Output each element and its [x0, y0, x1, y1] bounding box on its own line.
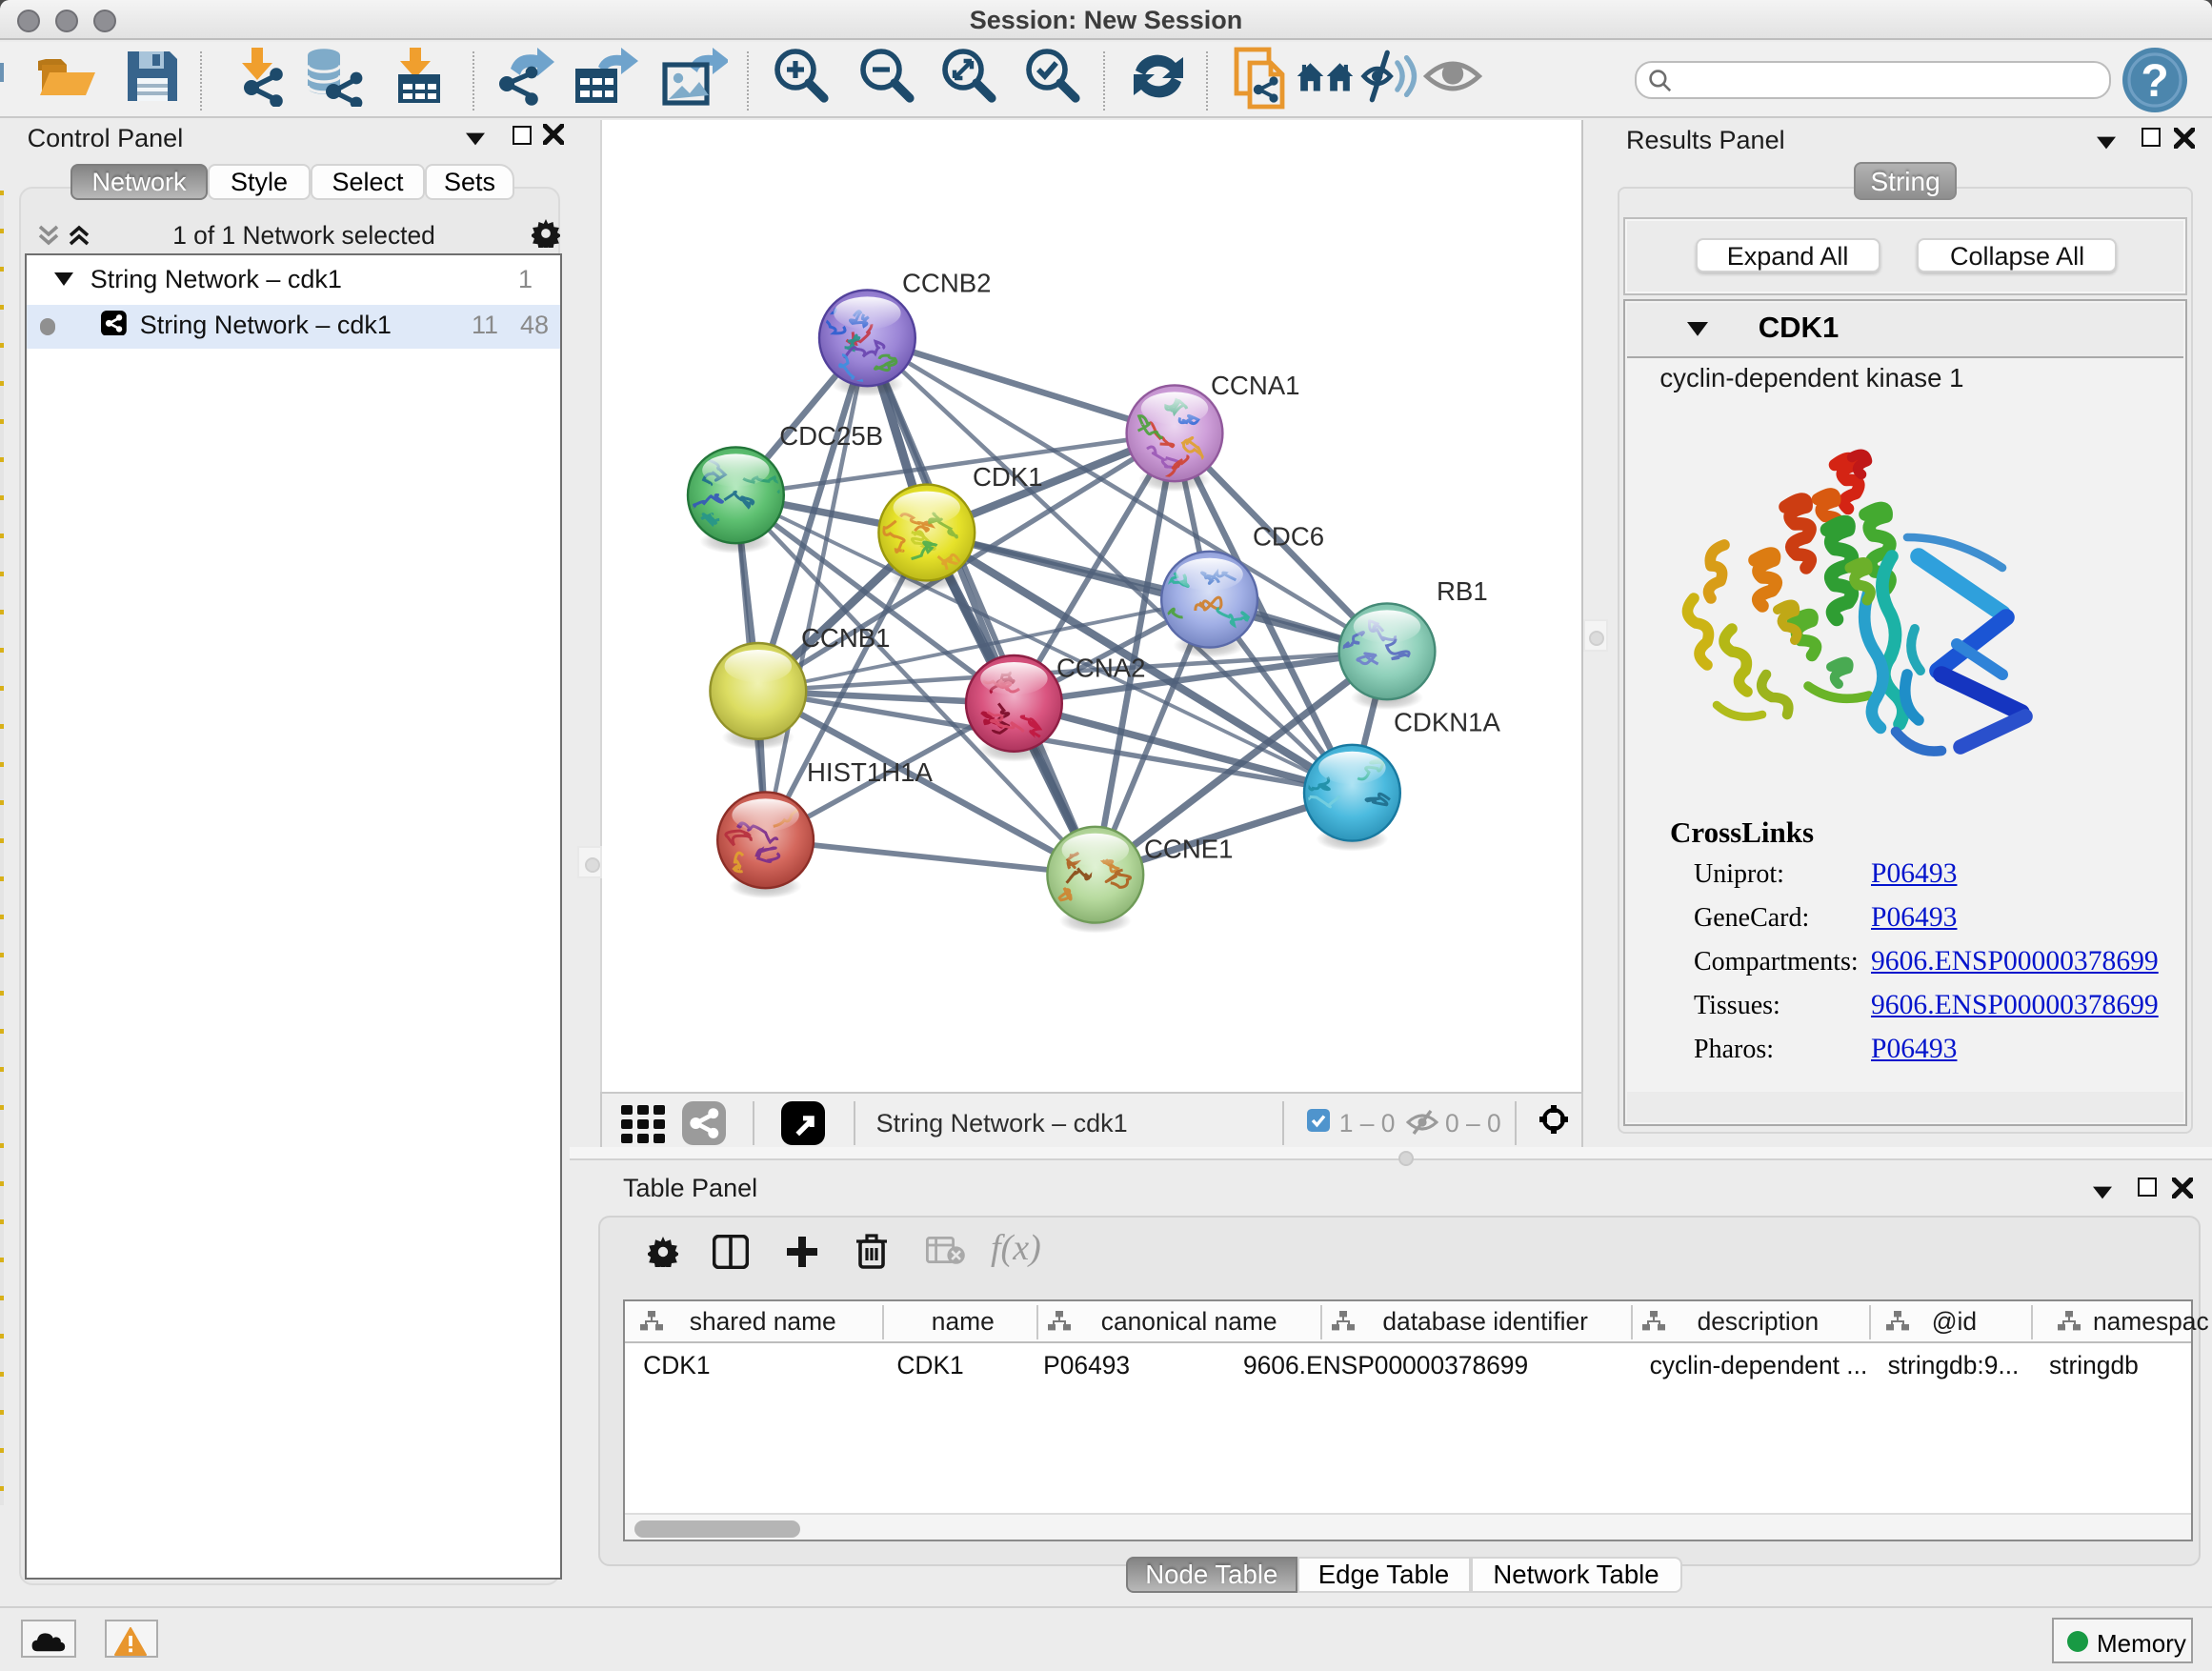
svg-text:CDC25B: CDC25B — [778, 420, 882, 450]
svg-text:CCNA1: CCNA1 — [1210, 370, 1299, 399]
svg-text:HIST1H1A: HIST1H1A — [806, 756, 932, 786]
svg-text:CCNA2: CCNA2 — [1056, 652, 1145, 681]
svg-text:CCNB2: CCNB2 — [901, 267, 991, 296]
svg-text:CDC6: CDC6 — [1252, 520, 1323, 550]
svg-text:CDKN1A: CDKN1A — [1393, 707, 1500, 736]
svg-text:?: ? — [2141, 56, 2168, 107]
svg-text:CCNE1: CCNE1 — [1143, 833, 1233, 862]
svg-text:RB1: RB1 — [1436, 575, 1487, 605]
svg-text:CDK1: CDK1 — [972, 461, 1042, 491]
svg-text:CCNB1: CCNB1 — [800, 622, 890, 652]
